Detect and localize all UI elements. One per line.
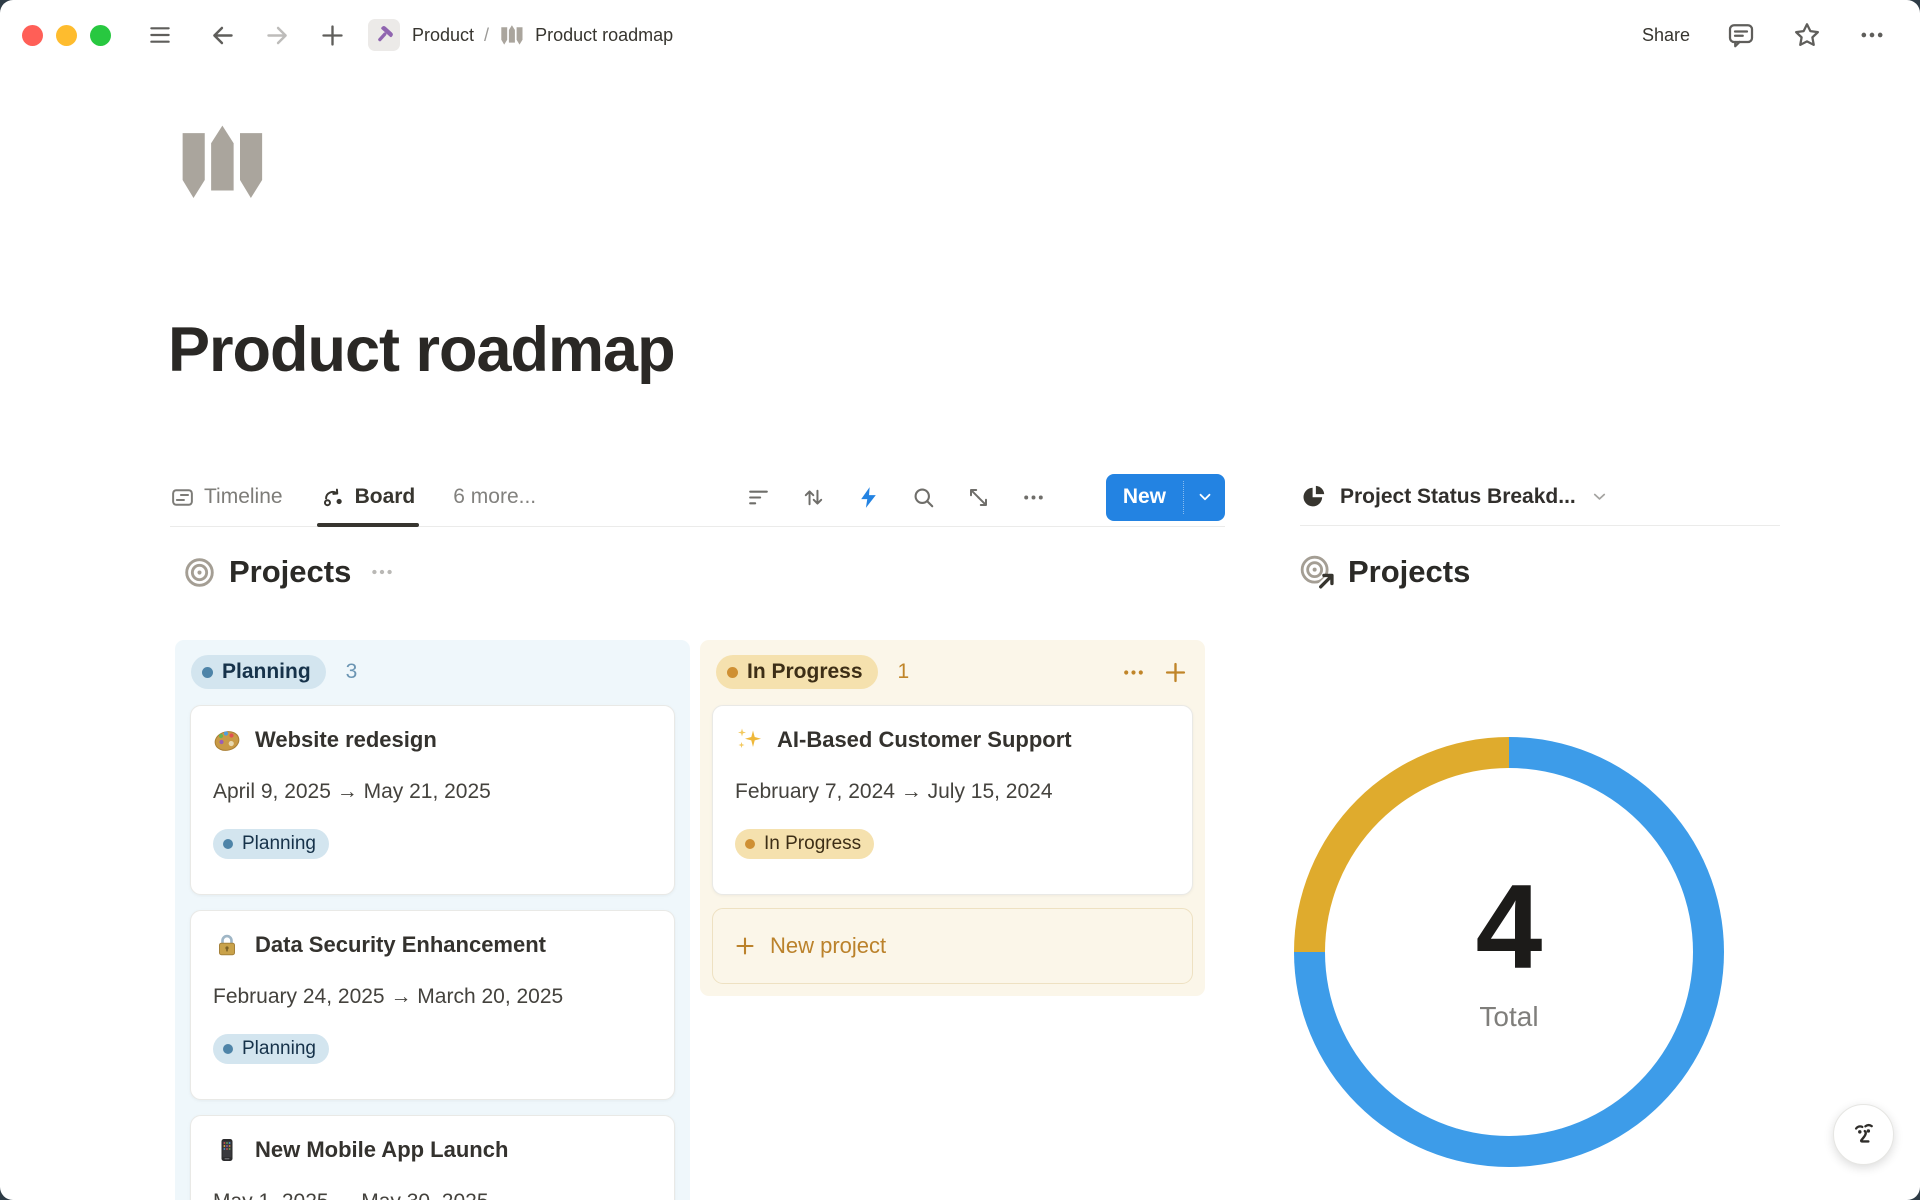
active-tab-underline <box>317 523 420 527</box>
card-mobile-app-launch[interactable]: New Mobile App Launch May 1, 2025 → May … <box>190 1115 675 1200</box>
card-dates: February 24, 2025 → March 20, 2025 <box>213 982 652 1012</box>
card-status-pill: In Progress <box>735 829 874 859</box>
window-controls <box>22 25 111 46</box>
new-tab-plus-icon[interactable] <box>319 22 346 49</box>
status-pill-in-progress[interactable]: In Progress <box>716 655 878 689</box>
notion-ai-button[interactable] <box>1833 1104 1894 1165</box>
breadcrumb-root[interactable]: Product <box>412 25 474 46</box>
status-donut[interactable]: 4 Total <box>1294 737 1724 1167</box>
donut-hole: 4 Total <box>1325 768 1693 1136</box>
breadcrumb-current[interactable]: Product roadmap <box>535 25 673 46</box>
board-view-icon <box>321 485 346 510</box>
board-column-in-progress: In Progress 1 <box>700 640 1205 996</box>
chart-selector[interactable]: Project Status Breakd... <box>1300 468 1780 526</box>
board-column-planning: Planning 3 <box>175 640 690 1200</box>
card-dates: February 7, 2024 → July 15, 2024 <box>735 777 1170 807</box>
card-ai-customer-support[interactable]: AI-Based Customer Support February 7, 20… <box>712 705 1193 895</box>
view-bar: Timeline Board 6 more... <box>170 468 1225 527</box>
hammer-icon <box>373 24 395 46</box>
automations-bolt-icon[interactable] <box>856 485 881 510</box>
board-more-icon[interactable] <box>369 559 395 585</box>
chart-section-title[interactable]: Projects <box>1348 554 1470 590</box>
top-bar: Product / Product roadmap Share <box>0 0 1920 70</box>
back-arrow-icon[interactable] <box>209 22 236 49</box>
filter-icon[interactable] <box>746 485 771 510</box>
lock-icon <box>213 931 241 959</box>
forward-arrow-icon[interactable] <box>264 22 291 49</box>
search-icon[interactable] <box>911 485 936 510</box>
chart-selector-label: Project Status Breakd... <box>1340 485 1576 509</box>
comment-icon[interactable] <box>1726 20 1756 50</box>
share-button[interactable]: Share <box>1642 25 1690 46</box>
more-views-button[interactable]: 6 more... <box>453 485 536 509</box>
sparkles-icon <box>735 726 763 754</box>
board-section-heading: Projects <box>183 554 395 590</box>
more-options-icon[interactable] <box>1858 21 1886 49</box>
status-dot <box>202 667 213 678</box>
card-website-redesign[interactable]: Website redesign April 9, 2025 → May 21,… <box>190 705 675 895</box>
app-window: Product / Product roadmap Share <box>0 0 1920 1200</box>
column-add-icon[interactable] <box>1162 659 1189 686</box>
page-icon-map[interactable] <box>173 117 265 207</box>
card-status-pill: Planning <box>213 829 329 859</box>
palette-icon <box>213 726 241 754</box>
donut-total-value: 4 <box>1476 871 1543 983</box>
column-count: 1 <box>898 660 910 684</box>
star-icon[interactable] <box>1792 20 1822 50</box>
timeline-view-icon <box>170 485 195 510</box>
close-window-button[interactable] <box>22 25 43 46</box>
page-title[interactable]: Product roadmap <box>168 314 675 386</box>
board-title[interactable]: Projects <box>229 554 351 590</box>
chevron-down-icon[interactable] <box>1184 474 1225 521</box>
new-button[interactable]: New <box>1106 474 1225 521</box>
card-dates: April 9, 2025 → May 21, 2025 <box>213 777 652 807</box>
column-header: In Progress 1 <box>716 652 1189 692</box>
expand-icon[interactable] <box>966 485 991 510</box>
hamburger-menu-icon[interactable] <box>147 22 173 48</box>
target-icon <box>183 556 216 589</box>
new-project-button[interactable]: New project <box>712 908 1193 984</box>
minimize-window-button[interactable] <box>56 25 77 46</box>
tab-timeline[interactable]: Timeline <box>170 468 283 526</box>
donut-total-label: Total <box>1479 1001 1538 1033</box>
tab-board[interactable]: Board <box>321 468 416 526</box>
chart-section-heading: Projects <box>1300 554 1470 590</box>
pie-chart-icon <box>1300 483 1327 510</box>
more-icon[interactable] <box>1021 485 1046 510</box>
status-pill-planning[interactable]: Planning <box>191 655 326 689</box>
breadcrumb-teamspace-chip[interactable] <box>368 19 400 51</box>
target-link-icon <box>1300 555 1335 590</box>
chevron-down-icon <box>1590 487 1609 506</box>
view-tools: New <box>746 474 1225 521</box>
zoom-window-button[interactable] <box>90 25 111 46</box>
breadcrumb-separator: / <box>484 25 489 46</box>
column-more-icon[interactable] <box>1121 660 1146 685</box>
plus-icon <box>733 934 757 958</box>
card-dates: May 1, 2025 → May 30, 2025 <box>213 1187 652 1200</box>
ai-face-icon <box>1846 1117 1882 1153</box>
card-data-security[interactable]: Data Security Enhancement February 24, 2… <box>190 910 675 1100</box>
mobile-phone-icon <box>213 1136 241 1164</box>
sort-icon[interactable] <box>801 485 826 510</box>
column-header: Planning 3 <box>191 652 674 692</box>
map-icon <box>499 23 523 47</box>
card-status-pill: Planning <box>213 1034 329 1064</box>
column-count: 3 <box>346 660 358 684</box>
status-dot <box>727 667 738 678</box>
